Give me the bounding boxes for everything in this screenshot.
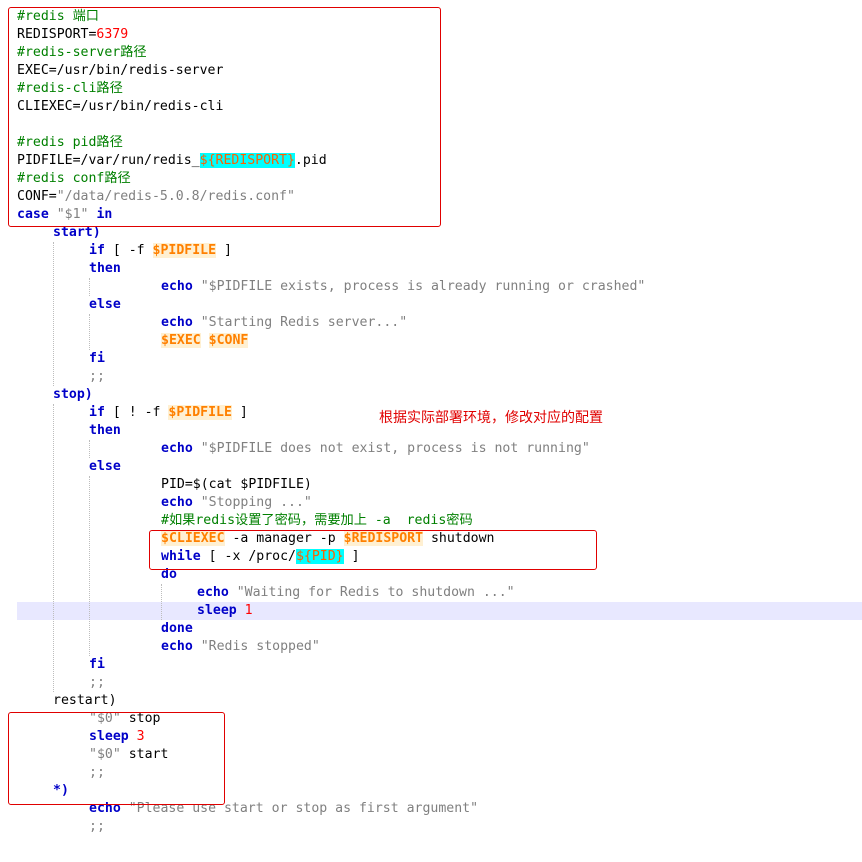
code-token: fi xyxy=(89,351,105,366)
code-token: ] xyxy=(231,405,248,420)
code-token: sleep xyxy=(197,603,237,618)
code-line[interactable]: echo "Waiting for Redis to shutdown ..." xyxy=(197,584,515,602)
code-line[interactable]: stop) xyxy=(53,386,93,404)
code-token: echo xyxy=(161,441,193,456)
code-token: else xyxy=(89,297,121,312)
code-token: PID=$(cat $PIDFILE) xyxy=(161,477,312,492)
code-line[interactable]: echo "$PIDFILE does not exist, process i… xyxy=(161,440,590,458)
code-token: "Starting Redis server..." xyxy=(200,315,408,330)
code-token: "Waiting for Redis to shutdown ..." xyxy=(236,585,515,600)
code-line[interactable]: else xyxy=(89,458,121,476)
code-token: "$PIDFILE exists, process is already run… xyxy=(200,279,646,294)
code-token: echo xyxy=(161,639,193,654)
code-token: ;; xyxy=(89,369,105,384)
code-token: "Redis stopped" xyxy=(200,639,320,654)
indent-guide xyxy=(161,584,162,620)
code-token: restart) xyxy=(53,693,117,708)
code-token: fi xyxy=(89,657,105,672)
code-line[interactable]: if [ ! -f $PIDFILE ] xyxy=(89,404,248,422)
code-token: #如果redis设置了密码，需要加上 -a redis密码 xyxy=(161,513,473,528)
code-token: then xyxy=(89,423,121,438)
annotation-box xyxy=(8,712,225,805)
code-line[interactable]: fi xyxy=(89,350,105,368)
indent-guide xyxy=(89,278,90,296)
code-token: "Stopping ..." xyxy=(200,495,312,510)
indent-guide xyxy=(89,476,90,656)
code-line[interactable]: echo "Redis stopped" xyxy=(161,638,320,656)
code-line[interactable]: if [ -f $PIDFILE ] xyxy=(89,242,232,260)
code-token: then xyxy=(89,261,121,276)
code-line[interactable]: ;; xyxy=(89,368,105,386)
current-line-highlight xyxy=(17,602,862,620)
code-token: $CONF xyxy=(208,333,249,348)
code-token: ] xyxy=(216,243,232,258)
code-line[interactable]: then xyxy=(89,260,121,278)
code-line[interactable]: ;; xyxy=(89,818,105,836)
code-token: [ -f xyxy=(104,243,153,258)
code-line[interactable]: #如果redis设置了密码，需要加上 -a redis密码 xyxy=(161,512,473,530)
code-line[interactable]: ;; xyxy=(89,674,105,692)
code-line[interactable]: $EXEC $CONF xyxy=(161,332,249,350)
code-token: if xyxy=(89,405,105,420)
code-token: echo xyxy=(197,585,229,600)
code-line[interactable]: done xyxy=(161,620,193,638)
annotation-box xyxy=(149,530,597,570)
code-token: done xyxy=(161,621,193,636)
code-token: echo xyxy=(161,279,193,294)
code-token: $PIDFILE xyxy=(152,243,217,258)
indent-guide xyxy=(53,242,54,386)
code-token: stop) xyxy=(53,387,93,402)
code-token: if xyxy=(89,243,105,258)
code-token: start) xyxy=(53,225,101,240)
code-line[interactable]: echo "$PIDFILE exists, process is alread… xyxy=(161,278,645,296)
code-line[interactable]: echo "Starting Redis server..." xyxy=(161,314,407,332)
code-token: 1 xyxy=(244,603,253,618)
code-token: $EXEC xyxy=(161,333,201,348)
code-token: [ ! -f xyxy=(104,405,169,420)
code-line[interactable]: fi xyxy=(89,656,105,674)
code-line[interactable]: restart) xyxy=(53,692,117,710)
code-token: echo xyxy=(161,315,193,330)
code-token: "$PIDFILE does not exist, process is not… xyxy=(200,441,590,456)
annotation-note: 根据实际部署环境，修改对应的配置 xyxy=(379,410,603,426)
indent-guide xyxy=(89,440,90,458)
code-token: echo xyxy=(161,495,193,510)
code-line[interactable]: echo "Stopping ..." xyxy=(161,494,312,512)
indent-guide xyxy=(53,404,54,692)
annotation-box xyxy=(8,7,441,227)
code-line[interactable]: else xyxy=(89,296,121,314)
code-line[interactable]: then xyxy=(89,422,121,440)
code-token: $PIDFILE xyxy=(168,405,232,420)
code-token: else xyxy=(89,459,121,474)
code-line[interactable]: sleep 1 xyxy=(197,602,253,620)
indent-guide xyxy=(89,314,90,350)
code-token: ;; xyxy=(89,819,105,834)
code-token: ;; xyxy=(89,675,105,690)
code-line[interactable]: PID=$(cat $PIDFILE) xyxy=(161,476,312,494)
